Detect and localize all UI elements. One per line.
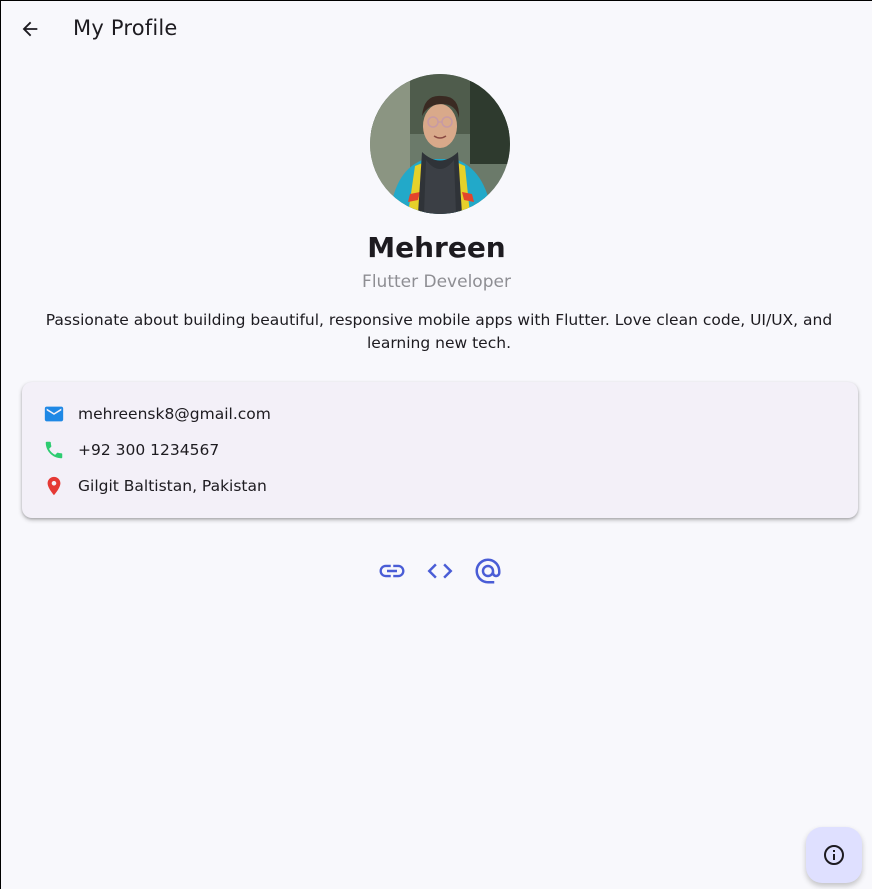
link-button[interactable]	[377, 556, 407, 586]
back-button[interactable]	[11, 10, 49, 48]
email-row[interactable]: mehreensk8@gmail.com	[42, 402, 271, 426]
email-text: mehreensk8@gmail.com	[78, 405, 271, 423]
code-button[interactable]	[425, 556, 455, 586]
page-title: My Profile	[73, 16, 178, 40]
email-icon	[42, 402, 66, 426]
avatar	[370, 74, 510, 214]
location-text: Gilgit Baltistan, Pakistan	[78, 477, 267, 495]
info-icon	[824, 845, 844, 865]
profile-role: Flutter Developer	[362, 272, 511, 292]
profile-name: Mehreen	[367, 231, 506, 264]
at-icon	[475, 558, 501, 584]
social-links	[1, 556, 872, 586]
at-button[interactable]	[473, 556, 503, 586]
info-button[interactable]	[806, 827, 862, 883]
location-row[interactable]: Gilgit Baltistan, Pakistan	[42, 474, 267, 498]
app-bar: My Profile	[1, 1, 872, 59]
profile-bio: Passionate about building beautiful, res…	[45, 311, 833, 352]
link-icon	[379, 564, 405, 578]
code-icon	[427, 563, 453, 579]
contact-card: mehreensk8@gmail.com +92 300 1234567 Gil…	[22, 382, 858, 518]
phone-icon	[42, 438, 66, 462]
phone-row[interactable]: +92 300 1234567	[42, 438, 219, 462]
arrow-back-icon	[22, 21, 38, 37]
phone-text: +92 300 1234567	[78, 441, 220, 459]
location-pin-icon	[42, 474, 66, 498]
